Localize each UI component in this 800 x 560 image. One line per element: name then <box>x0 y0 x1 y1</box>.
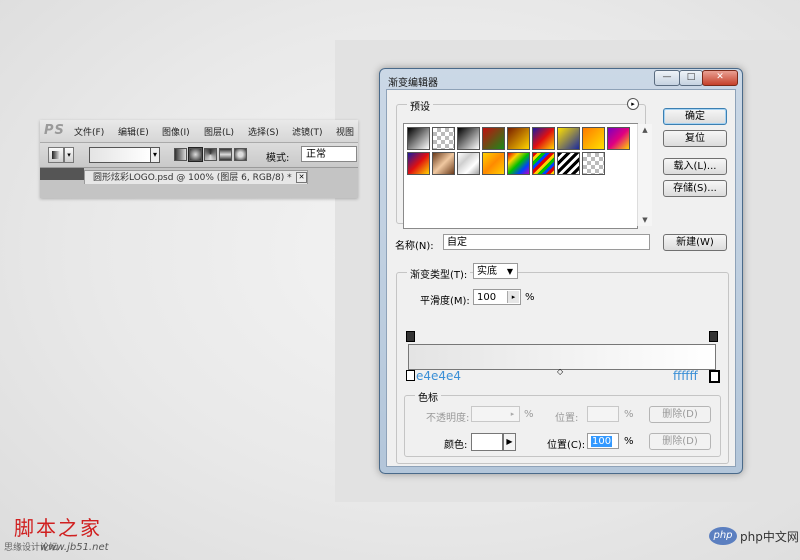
presets-scrollbar[interactable]: ▲ ▼ <box>637 124 652 226</box>
smoothness-input[interactable]: 100 ▸ <box>473 289 521 305</box>
opacity-stop-right[interactable] <box>709 331 718 342</box>
preset-swatch[interactable] <box>457 152 480 175</box>
dropdown-arrow-icon: ▼ <box>506 267 513 276</box>
preset-swatch[interactable] <box>457 127 480 150</box>
preset-swatch[interactable] <box>507 127 530 150</box>
jb51-url: www.jb51.net <box>40 542 109 553</box>
opacity-input: ▸ <box>471 406 520 422</box>
color-location-value: 100 <box>591 436 613 447</box>
close-button[interactable]: ✕ <box>702 70 738 86</box>
diamond-gradient-icon[interactable] <box>234 148 247 161</box>
scroll-down-icon[interactable]: ▼ <box>638 216 652 224</box>
dialog-client-area: 预设 ▸ ▲ ▼ 确定 复位 载入(L)... 存储(S)... 名称(N): … <box>386 89 736 467</box>
menu-edit[interactable]: 编辑(E) <box>118 125 149 138</box>
opacity-unit: % <box>524 409 534 420</box>
reset-button[interactable]: 复位 <box>663 130 727 147</box>
gradient-tool-icon[interactable] <box>48 147 64 163</box>
color-location-input[interactable]: 100 <box>587 433 619 449</box>
delete-color-stop-button: 删除(D) <box>649 433 711 450</box>
preset-swatch[interactable] <box>482 127 505 150</box>
preset-swatch[interactable] <box>582 152 605 175</box>
photoshop-toolbar-strip: PS 文件(F) 编辑(E) 图像(I) 图层(L) 选择(S) 滤镜(T) 视… <box>40 120 358 198</box>
minimize-button[interactable]: — <box>654 70 680 86</box>
php-cn-brand: php中文网 <box>740 530 799 544</box>
opacity-label: 不透明度: <box>426 413 470 424</box>
stops-label: 色标 <box>415 389 441 404</box>
right-stop-hex: ffffff <box>673 369 698 383</box>
left-stop-hex: e4e4e4 <box>416 369 462 383</box>
gradient-picker-arrow-icon[interactable]: ▾ <box>150 147 160 163</box>
close-tab-icon[interactable]: ✕ <box>296 172 307 183</box>
delete-opacity-stop-button: 删除(D) <box>649 406 711 423</box>
opacity-location-input <box>587 406 619 422</box>
menu-bar: PS 文件(F) 编辑(E) 图像(I) 图层(L) 选择(S) 滤镜(T) 视… <box>40 120 358 143</box>
preset-swatch[interactable] <box>432 127 455 150</box>
preset-swatch[interactable] <box>607 127 630 150</box>
options-bar: ▾ ▾ 模式: 正常 <box>40 143 358 168</box>
ok-button[interactable]: 确定 <box>663 108 727 125</box>
reflected-gradient-icon[interactable] <box>219 148 232 161</box>
color-stop-right[interactable] <box>709 370 720 383</box>
smoothness-slider-arrow-icon[interactable]: ▸ <box>507 291 519 303</box>
opacity-stop-left[interactable] <box>406 331 415 342</box>
menu-filter[interactable]: 滤镜(T) <box>292 125 323 138</box>
midpoint-diamond-icon[interactable]: ◇ <box>557 367 563 376</box>
menu-view[interactable]: 视图 <box>336 125 354 138</box>
menu-layer[interactable]: 图层(L) <box>204 125 234 138</box>
opacity-slider-arrow-icon: ▸ <box>510 410 515 418</box>
preset-swatch[interactable] <box>532 152 555 175</box>
linear-gradient-icon[interactable] <box>174 148 187 161</box>
radial-gradient-icon[interactable] <box>189 148 202 161</box>
presets-label: 预设 <box>407 98 433 113</box>
preset-swatch[interactable] <box>557 127 580 150</box>
preset-swatch[interactable] <box>582 127 605 150</box>
mode-label: 模式: <box>266 153 290 164</box>
preset-swatch[interactable] <box>507 152 530 175</box>
menu-file[interactable]: 文件(F) <box>74 125 104 138</box>
preset-swatch[interactable] <box>532 127 555 150</box>
gradient-type-select[interactable]: 实底 ▼ <box>473 263 518 279</box>
gradient-editor-dialog: 渐变编辑器 — □ ✕ 预设 ▸ ▲ ▼ 确定 复位 载入(L)... 存储(S… <box>379 68 743 474</box>
smoothness-label: 平滑度(M): <box>420 296 470 307</box>
color-label: 颜色: <box>444 440 468 451</box>
color-location-label: 位置(C): <box>547 440 586 451</box>
load-button[interactable]: 载入(L)... <box>663 158 727 175</box>
color-swatch[interactable] <box>471 433 503 451</box>
smoothness-value: 100 <box>477 292 497 303</box>
preset-swatch[interactable] <box>482 152 505 175</box>
panel-grip <box>40 168 84 180</box>
angle-gradient-icon[interactable] <box>204 148 217 161</box>
preset-swatch[interactable] <box>407 152 430 175</box>
presets-list: ▲ ▼ <box>403 123 652 229</box>
name-input[interactable]: 自定 <box>443 234 650 250</box>
opacity-location-label: 位置: <box>555 413 579 424</box>
menu-select[interactable]: 选择(S) <box>248 125 279 138</box>
php-logo-icon: php <box>709 527 737 545</box>
photoshop-logo: PS <box>44 123 65 138</box>
gradient-preview-swatch[interactable] <box>89 147 151 163</box>
maximize-button[interactable]: □ <box>679 70 703 86</box>
gradient-type-value: 实底 <box>477 266 497 277</box>
jb51-logo: 脚本之家 <box>14 516 102 540</box>
preset-swatch[interactable] <box>432 152 455 175</box>
preset-swatch[interactable] <box>407 127 430 150</box>
preset-swatch[interactable] <box>557 152 580 175</box>
smoothness-unit: % <box>525 292 535 303</box>
save-button[interactable]: 存储(S)... <box>663 180 727 197</box>
color-location-unit: % <box>624 436 634 447</box>
color-menu-arrow-icon[interactable]: ▶ <box>503 433 516 451</box>
dialog-title: 渐变编辑器 <box>388 78 438 89</box>
color-stop-left[interactable] <box>406 370 415 381</box>
new-button[interactable]: 新建(W) <box>663 234 727 251</box>
menu-image[interactable]: 图像(I) <box>162 125 190 138</box>
opacity-location-unit: % <box>624 409 634 420</box>
mode-select[interactable]: 正常 <box>301 146 357 162</box>
scroll-up-icon[interactable]: ▲ <box>638 126 652 134</box>
gradient-type-label: 渐变类型(T): <box>407 266 471 281</box>
name-label: 名称(N): <box>395 241 434 252</box>
presets-menu-icon[interactable]: ▸ <box>627 98 639 110</box>
tool-preset-dropdown-icon[interactable]: ▾ <box>64 147 74 163</box>
document-tab[interactable]: 圆形炫彩LOGO.psd @ 100% (图层 6, RGB/8) * <box>84 170 308 184</box>
